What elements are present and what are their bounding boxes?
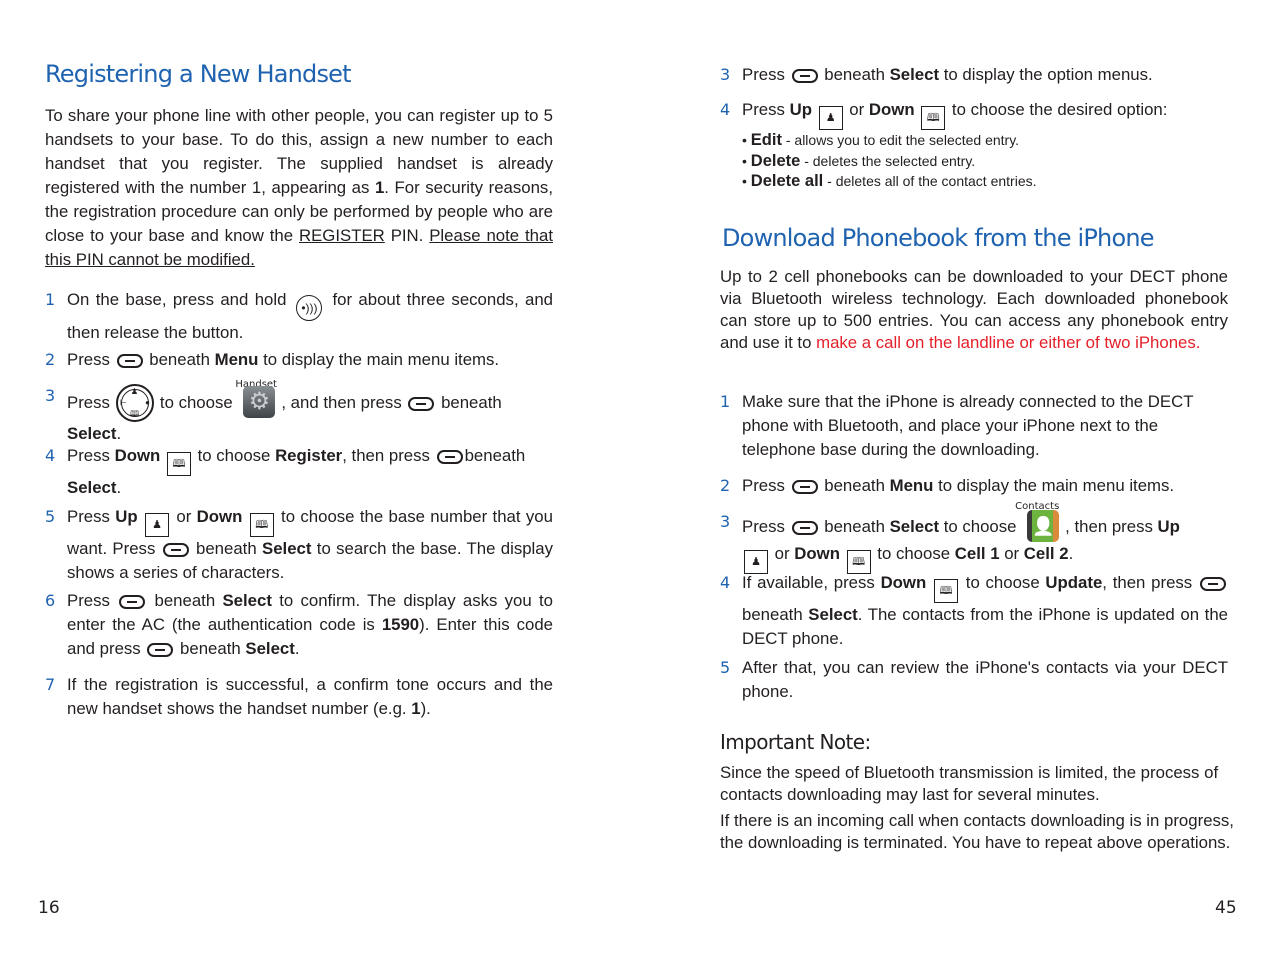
softkey-icon [162, 543, 189, 557]
page-number-left: 16 [38, 898, 60, 918]
step-4: 4 Press Down 🕮 to choose Register, then … [45, 446, 526, 497]
download-step-4: 4 If available, press Down 🕮 to choose U… [720, 573, 1228, 648]
step-1: 1 On the base, press and hold •))) for abo… [45, 290, 553, 342]
option-step-3: 3 Press beneath Select to display the op… [720, 65, 1153, 84]
softkey-icon [791, 521, 818, 535]
softkey-icon [116, 354, 143, 368]
note-paragraph-2: If there is an incoming call when contac… [720, 811, 1234, 852]
softkey-icon [791, 69, 818, 83]
step-3: 3 Press♟⊢●🕮to choose Handset, and then p… [45, 379, 553, 446]
step-2: 2 Press beneath Menu to display the main… [45, 350, 500, 369]
down-key-icon: 🕮 [166, 452, 191, 476]
intro-paragraph: Up to 2 cell phonebooks can be downloade… [720, 267, 1228, 352]
option-delete-all: • Delete all - deletes all of the contac… [742, 172, 1037, 190]
navigation-key-icon: ♟ ⊢ ● 🕮 [115, 384, 154, 422]
note-paragraph-1: Since the speed of Bluetooth transmissio… [720, 763, 1219, 804]
down-key-icon: 🕮 [934, 579, 959, 603]
note-title: Important Note: [720, 730, 871, 754]
option-list: • Edit - allows you to edit the selected… [742, 130, 1228, 192]
step-6: 6 Press beneath Select to confirm. The d… [45, 591, 554, 658]
page-key-icon: •))) [296, 295, 323, 321]
page-number-right: 45 [1215, 898, 1237, 918]
softkey-icon [147, 643, 174, 657]
handset-settings-icon [243, 386, 276, 418]
option-delete: • Delete - deletes the selected entry. [742, 151, 976, 170]
section-title: Registering a New Handset [45, 60, 352, 88]
step-6-tail: beneath Select. [145, 639, 300, 658]
download-step-2: 2 Press beneath Menu to display the main… [720, 476, 1175, 495]
download-step-5: 5 After that, you can review the iPhone'… [720, 658, 1228, 701]
down-key-icon: 🕮 [921, 106, 946, 130]
up-key-icon: ♟ [145, 513, 169, 537]
section-title: Download Phonebook from the iPhone [722, 224, 1155, 252]
contacts-icon [1027, 510, 1060, 542]
softkey-icon [119, 595, 146, 609]
download-step-3: 3 Press beneath Select to choose Contact… [720, 501, 1228, 574]
softkey-icon [408, 397, 435, 411]
intro-paragraph: To share your phone line with other peop… [45, 106, 553, 269]
step-7: 7 If the registration is successful, a c… [45, 675, 553, 718]
download-step-1: 1 Make sure that the iPhone is already c… [720, 392, 1194, 459]
softkey-icon [791, 480, 818, 494]
option-step-4: 4 Press Up ♟ or Down 🕮 to choose the des… [720, 98, 1228, 192]
important-note: Important Note: Since the speed of Bluet… [720, 730, 1240, 858]
down-key-icon: 🕮 [249, 513, 274, 537]
step-5: 5 Press Up ♟ or Down 🕮 to choose the bas… [45, 507, 553, 582]
up-key-icon: ♟ [818, 106, 843, 130]
softkey-icon [1199, 577, 1226, 591]
option-edit: • Edit - allows you to edit the selected… [742, 131, 1020, 149]
softkey-icon [436, 450, 463, 464]
highlight-text: make a call on the landline or either of… [816, 333, 1201, 352]
